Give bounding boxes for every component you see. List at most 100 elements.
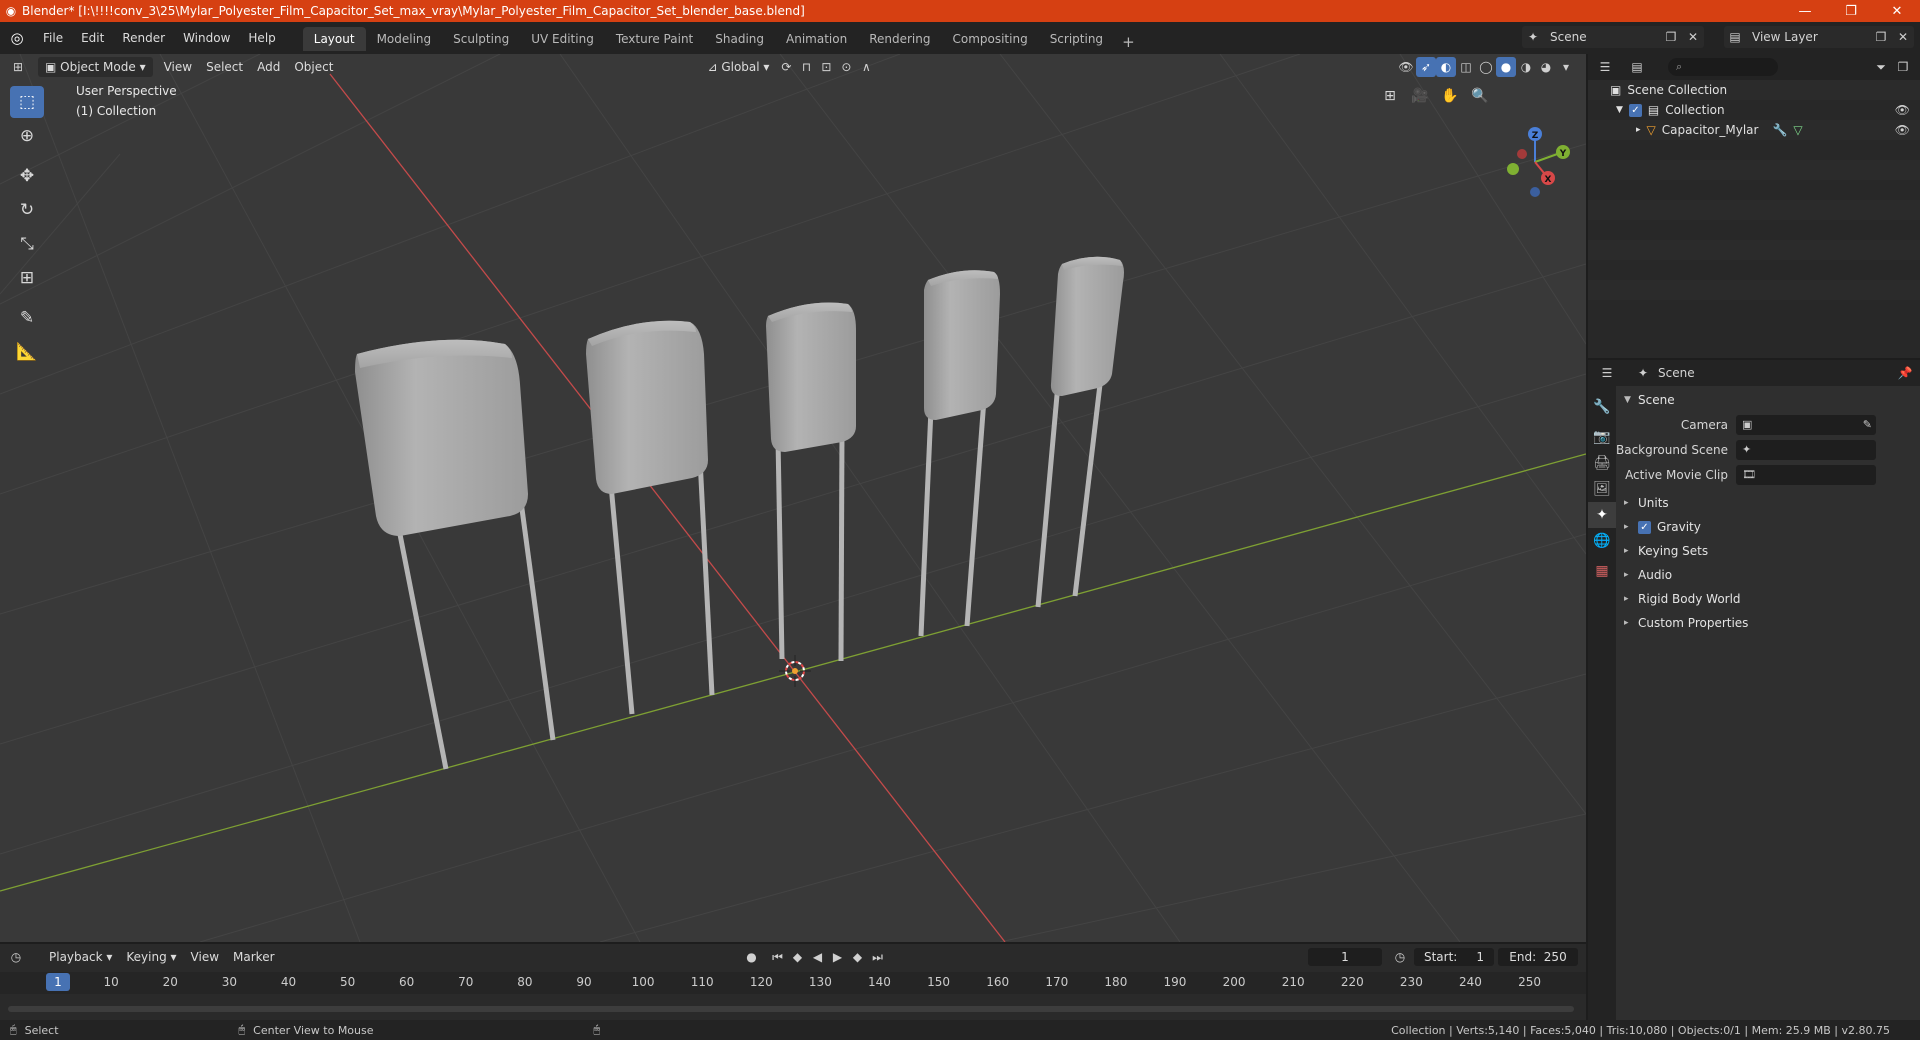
texture-tab-icon[interactable]: ▦ — [1588, 558, 1616, 584]
navigation-gizmo[interactable]: Z Y X — [1507, 127, 1570, 197]
record-icon[interactable]: ● — [742, 947, 762, 967]
tab-uv-editing[interactable]: UV Editing — [520, 27, 605, 51]
audio-panel[interactable]: ▸ Audio — [1616, 563, 1920, 587]
play-icon[interactable]: ▶ — [828, 947, 848, 967]
rotate-tool-icon[interactable]: ↻ — [10, 194, 44, 226]
background-scene-field[interactable]: ✦ — [1736, 439, 1876, 460]
overlay-toggle-icon[interactable]: ◐ — [1436, 57, 1456, 77]
move-tool-icon[interactable]: ✥ — [10, 160, 44, 192]
select-box-tool-icon[interactable]: ⬚ — [10, 86, 44, 118]
eyedropper-icon[interactable]: ✎ — [1863, 418, 1872, 431]
restore-button[interactable]: ❐ — [1828, 0, 1874, 22]
transform-orientation-dropdown[interactable]: ⊿ Global ▾ — [700, 57, 776, 77]
shading-options-icon[interactable]: ▾ — [1556, 57, 1576, 77]
snap-target-icon[interactable]: ⊡ — [816, 57, 836, 77]
jump-start-icon[interactable]: ⏮ — [768, 947, 788, 967]
blender-logo-icon[interactable]: ◎ — [0, 29, 34, 47]
expand-arrow-icon[interactable]: ▼ — [1616, 105, 1623, 115]
tool-tab-icon[interactable]: 🔧 — [1588, 394, 1616, 420]
keying-sets-panel[interactable]: ▸ Keying Sets — [1616, 539, 1920, 563]
menu-playback[interactable]: Playback ▾ — [42, 947, 119, 967]
collection-checkbox[interactable]: ✓ — [1628, 103, 1642, 117]
outliner-search-input[interactable]: ⌕ — [1668, 58, 1778, 76]
timeline-scrollbar[interactable] — [8, 1006, 1574, 1012]
editor-type-icon[interactable]: ⊞ — [8, 57, 28, 77]
gizmo-toggle-icon[interactable]: ➶ — [1416, 57, 1436, 77]
custom-properties-panel[interactable]: ▸ Custom Properties — [1616, 611, 1920, 635]
outliner-row-scene-collection[interactable]: ▣ Scene Collection — [1588, 80, 1920, 100]
capacitor-large[interactable] — [355, 339, 556, 770]
camera-view-icon[interactable]: 🎥 — [1408, 84, 1432, 108]
filter-icon[interactable]: ⏷ — [1870, 60, 1892, 75]
rendered-shading-icon[interactable]: ◕ — [1536, 57, 1556, 77]
start-frame-field[interactable]: Start: 1 — [1414, 948, 1494, 966]
eye-icon[interactable]: 👁 — [1895, 123, 1910, 137]
menu-edit[interactable]: Edit — [72, 26, 113, 50]
viewport-scene[interactable]: Z Y X — [0, 54, 1586, 942]
add-workspace-button[interactable]: + — [1114, 33, 1143, 51]
modifier-icon[interactable]: 🔧 — [1772, 123, 1787, 137]
capacitor-small-1[interactable] — [766, 302, 856, 662]
menu-render[interactable]: Render — [113, 26, 174, 50]
cursor-tool-icon[interactable]: ⊕ — [10, 120, 44, 152]
visibility-icon[interactable]: 👁 — [1396, 57, 1416, 77]
menu-keying[interactable]: Keying ▾ — [119, 947, 183, 967]
menu-timeline-view[interactable]: View — [184, 947, 226, 967]
new-collection-icon[interactable]: ❐ — [1892, 60, 1914, 74]
proportional-edit-icon[interactable]: ⊙ — [836, 57, 856, 77]
outliner-row-capacitor-mylar[interactable]: ▸ ▽ Capacitor_Mylar 🔧 ▽ 👁 — [1588, 120, 1920, 140]
scene-tab-icon[interactable]: ✦ — [1588, 502, 1616, 528]
mesh-data-icon[interactable]: ▽ — [1793, 123, 1802, 137]
close-window-button[interactable]: ✕ — [1874, 0, 1920, 22]
tab-sculpting[interactable]: Sculpting — [442, 27, 520, 51]
clock-icon[interactable]: ◷ — [1390, 947, 1410, 967]
view-layer-tab-icon[interactable]: 🖼 — [1588, 476, 1616, 502]
end-frame-field[interactable]: End: 250 — [1498, 948, 1578, 966]
new-scene-icon[interactable]: ❐ — [1660, 30, 1682, 44]
display-mode-icon[interactable]: ▤ — [1626, 60, 1648, 74]
units-panel[interactable]: ▸ Units — [1616, 491, 1920, 515]
object-mode-dropdown[interactable]: ▣ Object Mode ▾ — [38, 57, 153, 77]
tab-animation[interactable]: Animation — [775, 27, 858, 51]
outliner-editor-icon[interactable]: ☰ — [1594, 60, 1616, 74]
play-reverse-icon[interactable]: ◀ — [808, 947, 828, 967]
annotate-tool-icon[interactable]: ✎ — [10, 302, 44, 334]
current-frame-field[interactable]: 1 — [1308, 948, 1382, 966]
scene-selector[interactable]: ✦ Scene ❐ ✕ — [1522, 26, 1704, 48]
active-movie-clip-field[interactable]: 🎞 — [1736, 464, 1876, 485]
gravity-panel[interactable]: ▸ ✓ Gravity — [1616, 515, 1920, 539]
properties-editor-icon[interactable]: ☰ — [1596, 366, 1618, 380]
xray-toggle-icon[interactable]: ◫ — [1456, 57, 1476, 77]
new-viewlayer-icon[interactable]: ❐ — [1870, 30, 1892, 44]
solid-shading-icon[interactable]: ● — [1496, 57, 1516, 77]
tab-shading[interactable]: Shading — [704, 27, 775, 51]
tab-texture-paint[interactable]: Texture Paint — [605, 27, 704, 51]
current-frame-indicator[interactable]: 1 — [46, 973, 70, 991]
tab-compositing[interactable]: Compositing — [941, 27, 1038, 51]
material-shading-icon[interactable]: ◑ — [1516, 57, 1536, 77]
pin-icon[interactable]: 📌 — [1894, 366, 1916, 380]
toggle-camera-grid-icon[interactable]: ⊞ — [1378, 84, 1402, 108]
jump-end-icon[interactable]: ⏭ — [868, 947, 888, 967]
timeline-ruler[interactable]: 1 10 20 30 40 50 60 70 80 90 100 110 120 130 140 150 160… — [0, 972, 1586, 994]
zoom-view-icon[interactable]: 🔍 — [1468, 84, 1492, 108]
menu-select[interactable]: Select — [199, 57, 250, 77]
output-tab-icon[interactable]: 🖨 — [1588, 450, 1616, 476]
delete-scene-icon[interactable]: ✕ — [1682, 30, 1704, 44]
menu-add[interactable]: Add — [250, 57, 287, 77]
outliner-row-collection[interactable]: ▼ ✓ ▤ Collection 👁 — [1588, 100, 1920, 120]
scene-section-header[interactable]: ▼ Scene — [1616, 388, 1920, 412]
menu-view[interactable]: View — [157, 57, 199, 77]
scale-tool-icon[interactable]: ⤡ — [10, 228, 44, 260]
expand-arrow-icon[interactable]: ▸ — [1636, 125, 1641, 135]
measure-tool-icon[interactable]: 📐 — [10, 336, 44, 368]
render-tab-icon[interactable]: 📷 — [1588, 424, 1616, 450]
eye-icon[interactable]: 👁 — [1895, 103, 1910, 117]
camera-field[interactable]: ▣ ✎ — [1736, 414, 1876, 435]
tab-layout[interactable]: Layout — [302, 27, 366, 51]
snap-icon[interactable]: ⊓ — [796, 57, 816, 77]
3d-viewport[interactable]: Z Y X ⊞ ▣ Object Mode ▾ View Select Add … — [0, 54, 1586, 942]
tab-rendering[interactable]: Rendering — [858, 27, 941, 51]
tab-modeling[interactable]: Modeling — [366, 27, 443, 51]
menu-marker[interactable]: Marker — [226, 947, 281, 967]
